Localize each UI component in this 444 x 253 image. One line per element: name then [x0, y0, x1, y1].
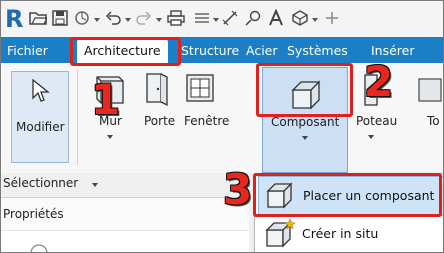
properties-title: Propriétés — [3, 207, 64, 221]
fenetre-label[interactable]: Fenêtre — [184, 114, 229, 128]
highlight-placer-composant — [253, 173, 442, 217]
chevron-down-icon[interactable] — [125, 18, 131, 22]
poteau-label[interactable]: Poteau — [356, 114, 397, 128]
undo-icon[interactable] — [104, 9, 122, 27]
tab-structure[interactable]: Structure — [181, 42, 239, 60]
creer-in-situ-label: Créer in situ — [302, 226, 379, 241]
chevron-down-icon[interactable] — [94, 18, 100, 22]
highlight-architecture-tab — [70, 37, 181, 66]
chevron-down-icon[interactable] — [368, 135, 374, 139]
chevron-down-icon[interactable] — [213, 18, 219, 22]
3d-view-icon[interactable] — [291, 9, 309, 27]
quick-access-toolbar: R — [1, 1, 443, 38]
porte-label[interactable]: Porte — [144, 114, 175, 128]
window-icon[interactable] — [183, 73, 219, 105]
text-icon[interactable] — [267, 9, 285, 27]
step-number-3: 3 — [223, 165, 253, 214]
modifier-button[interactable]: Modifier — [11, 71, 69, 163]
properties-body — [1, 230, 249, 252]
properties-header: Propriétés — [1, 197, 249, 230]
step-number-2: 2 — [364, 57, 394, 106]
composant-label: Composant — [271, 115, 340, 129]
measure-icon[interactable] — [193, 9, 211, 27]
dimension-icon[interactable] — [221, 9, 239, 27]
chevron-down-icon[interactable] — [156, 18, 162, 22]
roof-icon[interactable] — [415, 75, 443, 105]
group-separator — [77, 69, 78, 165]
tab-systemes[interactable]: Systèmes — [287, 42, 348, 60]
revit-window: R Fichier Architecture Structure Acier S… — [0, 0, 444, 253]
type-preview-icon — [30, 244, 48, 252]
tab-fichier[interactable]: Fichier — [7, 42, 48, 60]
chevron-down-icon[interactable] — [107, 135, 113, 139]
door-icon[interactable] — [141, 71, 173, 107]
menu-item-creer-in-situ[interactable]: Créer in situ — [258, 215, 442, 252]
open-folder-icon[interactable] — [29, 9, 47, 27]
revit-logo[interactable]: R — [5, 5, 23, 33]
chevron-down-icon[interactable] — [312, 18, 318, 22]
tab-acier[interactable]: Acier — [246, 42, 278, 60]
save-icon[interactable] — [51, 9, 69, 27]
cursor-arrow-icon — [32, 78, 50, 102]
tag-icon[interactable] — [244, 9, 262, 27]
step-number-1: 1 — [91, 75, 121, 124]
section-icon[interactable] — [323, 9, 341, 27]
redo-icon[interactable] — [135, 9, 153, 27]
chevron-down-icon[interactable] — [92, 183, 98, 187]
modifier-label: Modifier — [16, 120, 65, 134]
selectionner-dropdown[interactable]: Sélectionner — [3, 176, 78, 190]
chevron-down-icon[interactable] — [302, 136, 308, 140]
print-icon[interactable] — [167, 9, 185, 27]
highlight-composant-button — [256, 63, 353, 117]
toit-label-partial[interactable]: To — [427, 114, 440, 128]
in-place-component-icon — [265, 218, 296, 248]
sync-cloud-icon[interactable] — [73, 9, 91, 27]
